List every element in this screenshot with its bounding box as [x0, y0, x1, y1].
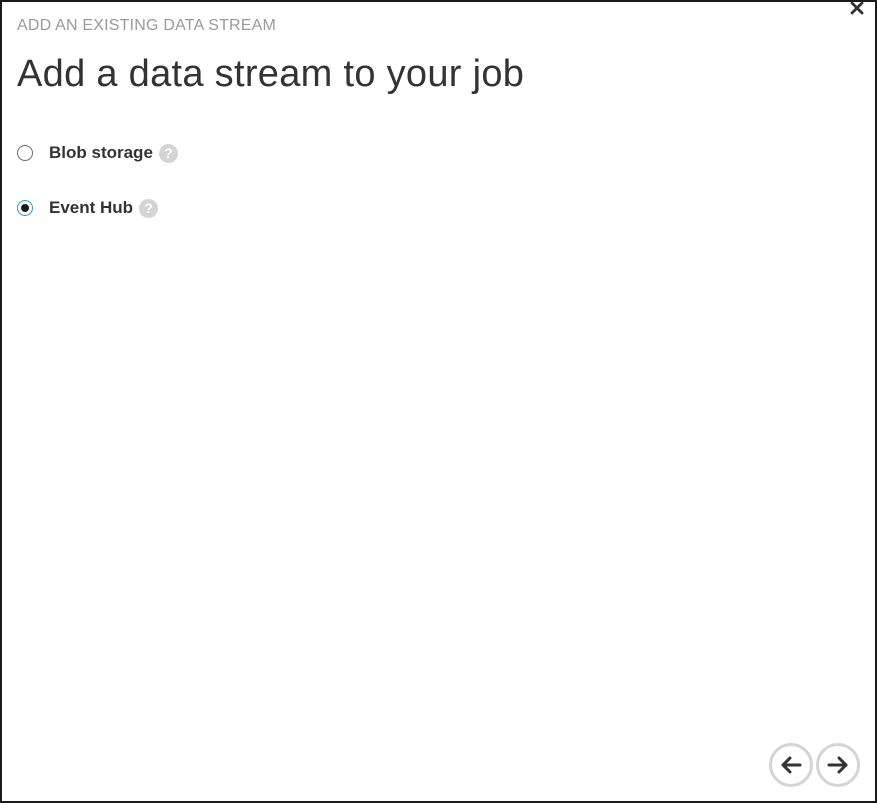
option-blob-storage[interactable]: Blob storage ? [17, 143, 178, 163]
blob-storage-label[interactable]: Blob storage [49, 143, 153, 163]
event-hub-label[interactable]: Event Hub [49, 198, 133, 218]
question-icon[interactable]: ? [158, 143, 178, 163]
blob-storage-radio[interactable] [17, 145, 33, 161]
next-button[interactable] [816, 743, 860, 787]
arrow-right-icon [827, 756, 848, 774]
radio-selected-dot [21, 204, 29, 212]
close-button[interactable] [847, 0, 867, 18]
back-button[interactable] [769, 743, 813, 787]
close-icon [850, 1, 864, 15]
dialog-title: Add a data stream to your job [17, 53, 525, 95]
question-icon[interactable]: ? [139, 198, 159, 218]
event-hub-radio[interactable] [17, 200, 33, 216]
dialog: ADD AN EXISTING DATA STREAM Add a data s… [0, 0, 877, 803]
option-event-hub[interactable]: Event Hub ? [17, 198, 159, 218]
dialog-subtitle: ADD AN EXISTING DATA STREAM [17, 17, 277, 34]
arrow-left-icon [781, 756, 802, 774]
